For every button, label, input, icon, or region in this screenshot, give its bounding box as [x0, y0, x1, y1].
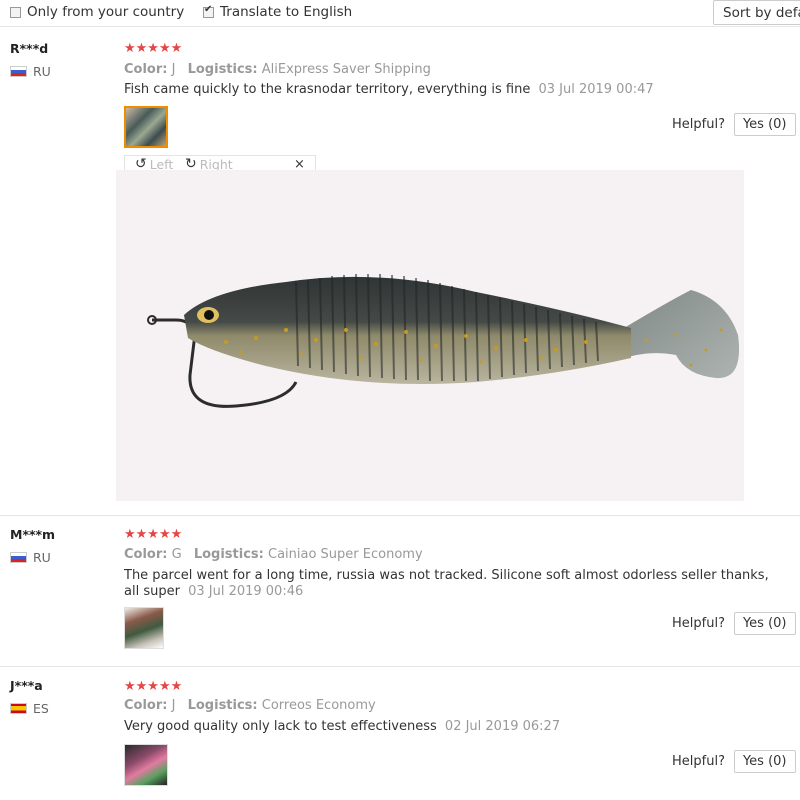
- review-photo-thumbnail[interactable]: [124, 607, 164, 649]
- translate-checkbox[interactable]: [203, 4, 214, 18]
- review-photo-thumbnail[interactable]: [124, 744, 168, 786]
- enlarged-review-photo: [116, 170, 744, 501]
- photo-preview: [126, 108, 166, 146]
- reviewer-country: RU: [10, 64, 51, 79]
- review-item: M***m RU ★★★★★ Color: G Logistics: Caini…: [0, 516, 800, 667]
- review-date: 02 Jul 2019 06:27: [444, 719, 561, 734]
- star-rating: ★★★★★: [124, 679, 183, 694]
- flag-icon: [10, 66, 27, 77]
- filter-bar: Only from your country Translate to Engl…: [0, 0, 800, 27]
- color-key: Color:: [124, 547, 168, 562]
- logistics-value: Cainiao Super Economy: [268, 547, 423, 562]
- helpful-yes-button[interactable]: Yes (0): [733, 612, 796, 635]
- review-photo-thumbnail[interactable]: [124, 106, 168, 148]
- sort-dropdown[interactable]: Sort by default: [713, 0, 800, 25]
- review-body: Fish came quickly to the krasnodar terri…: [124, 82, 531, 97]
- flag-icon: [10, 703, 27, 714]
- review-text: Very good quality only lack to test effe…: [124, 719, 784, 735]
- review-meta: Color: J Logistics: AliExpress Saver Shi…: [124, 62, 431, 77]
- review-item: J***a ES ★★★★★ Color: J Logistics: Corre…: [0, 667, 800, 800]
- reviewer-name: M***m: [10, 527, 56, 542]
- review-text: The parcel went for a long time, russia …: [124, 568, 784, 600]
- review-text: Fish came quickly to the krasnodar terri…: [124, 82, 784, 98]
- review-meta: Color: J Logistics: Correos Economy: [124, 698, 376, 713]
- color-value: J: [171, 62, 176, 77]
- review-date: 03 Jul 2019 00:46: [188, 584, 304, 599]
- country-code: RU: [33, 64, 51, 79]
- star-rating: ★★★★★: [124, 41, 183, 56]
- helpful-label: Helpful?: [672, 616, 725, 631]
- helpful-area: Helpful? Yes (0): [672, 113, 796, 136]
- only-country-label: Only from your country: [27, 4, 185, 20]
- helpful-label: Helpful?: [672, 117, 725, 132]
- reviewer-name: R***d: [10, 41, 49, 56]
- only-country-checkbox[interactable]: [10, 6, 21, 18]
- reviewer-country: RU: [10, 550, 51, 565]
- photo-preview: [125, 608, 163, 648]
- country-code: RU: [33, 550, 51, 565]
- color-key: Color:: [124, 698, 168, 713]
- country-code: ES: [33, 701, 49, 716]
- translate-filter[interactable]: Translate to English: [203, 4, 352, 20]
- helpful-yes-button[interactable]: Yes (0): [733, 113, 796, 136]
- logistics-value: AliExpress Saver Shipping: [261, 62, 431, 77]
- reviewer-name: J***a: [10, 678, 43, 693]
- logistics-key: Logistics:: [187, 698, 258, 713]
- helpful-area: Helpful? Yes (0): [672, 612, 796, 635]
- color-key: Color:: [124, 62, 168, 77]
- helpful-yes-button[interactable]: Yes (0): [733, 750, 796, 773]
- color-value: J: [171, 698, 176, 713]
- review-meta: Color: G Logistics: Cainiao Super Econom…: [124, 547, 423, 562]
- fishing-lure-image: [147, 273, 740, 408]
- logistics-key: Logistics:: [193, 547, 264, 562]
- translate-label: Translate to English: [220, 4, 353, 20]
- review-date: 03 Jul 2019 00:47: [538, 82, 654, 97]
- review-body: Very good quality only lack to test effe…: [124, 719, 437, 734]
- only-country-filter[interactable]: Only from your country: [10, 4, 184, 20]
- photo-preview: [125, 745, 167, 785]
- logistics-key: Logistics:: [187, 62, 258, 77]
- color-value: G: [171, 547, 182, 562]
- flag-icon: [10, 552, 27, 563]
- star-rating: ★★★★★: [124, 527, 183, 542]
- reviewer-country: ES: [10, 701, 49, 716]
- helpful-label: Helpful?: [672, 754, 725, 769]
- logistics-value: Correos Economy: [261, 698, 376, 713]
- helpful-area: Helpful? Yes (0): [672, 750, 796, 773]
